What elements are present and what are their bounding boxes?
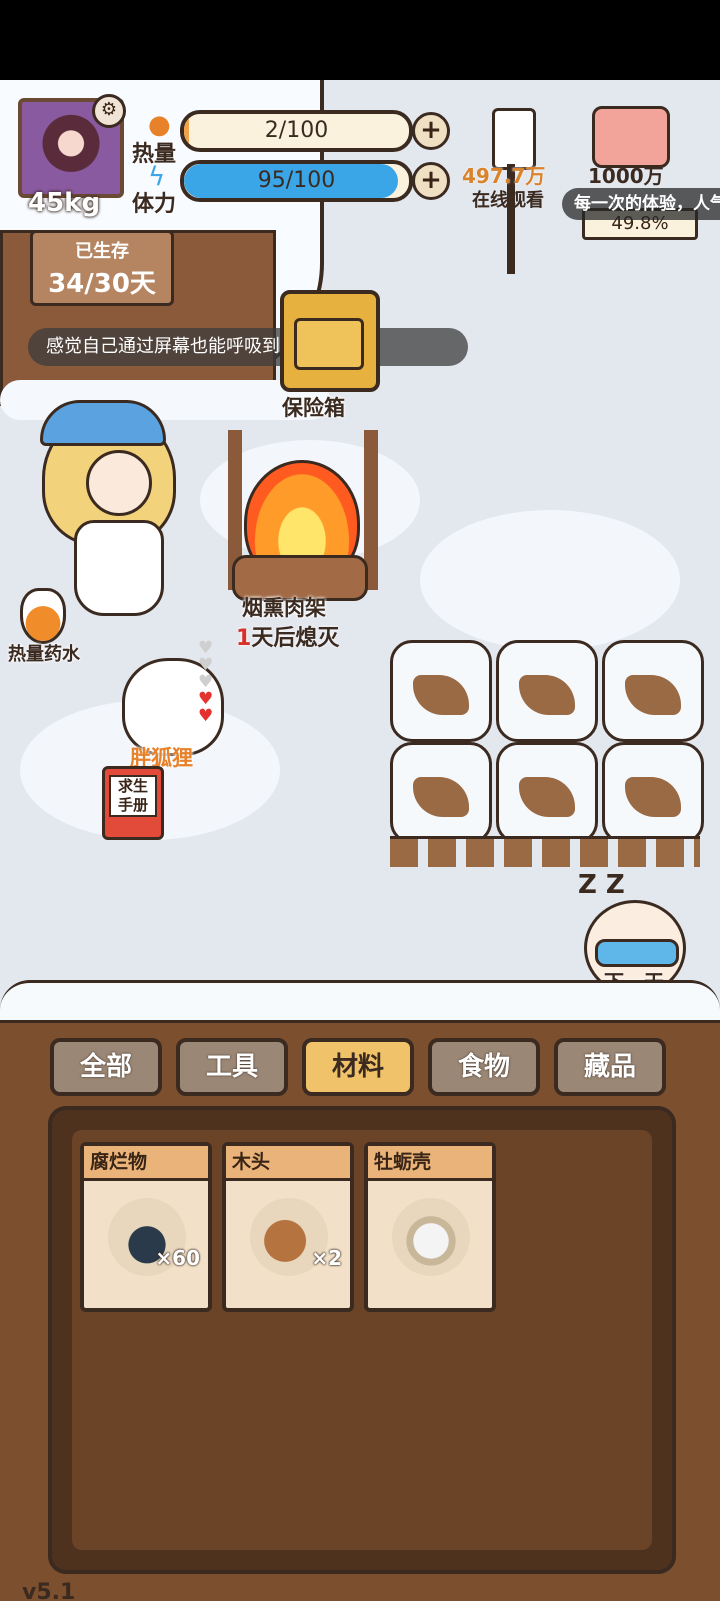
smoker-label: 烟熏肉架 xyxy=(242,596,326,620)
survival-days: 34/30天 xyxy=(48,269,156,299)
gift-bag-icon[interactable] xyxy=(592,106,670,168)
add-calories-button[interactable]: + xyxy=(412,112,450,150)
snow-drift xyxy=(420,510,680,650)
snow-field-plot[interactable] xyxy=(390,742,492,844)
survival-guide-book[interactable]: 求生手册 xyxy=(102,766,164,840)
snow-field-plot[interactable] xyxy=(496,640,598,742)
oyster-shell-icon xyxy=(392,1198,470,1276)
tab-materials[interactable]: 材料 xyxy=(302,1038,414,1096)
stamina-label: 体力 xyxy=(132,192,177,217)
item-name: 腐烂物 xyxy=(84,1146,208,1181)
snow-field-plot[interactable] xyxy=(602,742,704,844)
safe-box[interactable] xyxy=(280,290,380,392)
book-title: 求生手册 xyxy=(109,775,157,817)
snow-field-plot[interactable] xyxy=(496,742,598,844)
sleep-mask-icon xyxy=(595,939,679,967)
gear-icon[interactable]: ⚙ xyxy=(92,94,126,128)
burn-days-text: 天后熄灭 xyxy=(251,626,340,651)
tab-all[interactable]: 全部 xyxy=(50,1038,162,1096)
game-scene: ⚙ 45kg ● 热量 2/100 + ϟ 体力 95/100 + 已生存 34… xyxy=(0,80,720,1601)
affection-hearts: ♥ ♥ ♥ ♥ ♥ xyxy=(198,640,213,725)
survival-days-sign: 已生存 34/30天 xyxy=(30,230,174,306)
heart-full-icon: ♥ xyxy=(198,706,214,726)
sleep-zzz-icon: Z Z xyxy=(578,870,625,900)
potion-label: 热量药水 xyxy=(8,644,80,665)
potion-icon[interactable] xyxy=(20,588,66,644)
version-label: v5.1 xyxy=(22,1580,76,1601)
stamina-value: 95/100 xyxy=(257,168,336,193)
character-hat xyxy=(40,400,166,446)
wooden-fence xyxy=(390,836,700,867)
viewer-goal: 1000万 xyxy=(588,164,664,188)
tab-food[interactable]: 食物 xyxy=(428,1038,540,1096)
tab-tools[interactable]: 工具 xyxy=(176,1038,288,1096)
calories-bar: 2/100 xyxy=(180,110,413,152)
tab-collectibles[interactable]: 藏品 xyxy=(554,1038,666,1096)
inventory-item[interactable]: 牡蛎壳 xyxy=(364,1142,496,1312)
calories-value: 2/100 xyxy=(264,118,329,143)
safe-door xyxy=(294,318,364,370)
item-name: 牡蛎壳 xyxy=(368,1146,492,1181)
item-quantity: ×2 xyxy=(311,1246,342,1270)
inventory-item[interactable]: 腐烂物 ×60 xyxy=(80,1142,212,1312)
safe-label: 保险箱 xyxy=(282,396,345,420)
snow-field-plot[interactable] xyxy=(390,640,492,742)
character-dress xyxy=(74,520,164,616)
viewer-label: 在线观看 xyxy=(472,190,544,211)
dialogue-bubble: 感觉自己通过屏幕也能呼吸到这新鲜空气。 xyxy=(28,328,468,366)
burn-days-number: 1 xyxy=(236,626,252,651)
stamina-bar: 95/100 xyxy=(180,160,413,202)
viewer-count: 497.7万 xyxy=(462,164,546,188)
player-weight: 45kg xyxy=(28,188,101,218)
add-stamina-button[interactable]: + xyxy=(412,162,450,200)
snow-field-plot[interactable] xyxy=(602,640,704,742)
item-name: 木头 xyxy=(226,1146,350,1181)
survival-label: 已生存 xyxy=(75,241,129,262)
ticker-message: 每一次的体验，人气突破进度 xyxy=(562,188,720,220)
inventory-item[interactable]: 木头 ×2 xyxy=(222,1142,354,1312)
item-quantity: ×60 xyxy=(155,1246,200,1270)
character-face xyxy=(86,450,152,516)
burn-timer: 1天后熄灭 xyxy=(236,620,339,652)
